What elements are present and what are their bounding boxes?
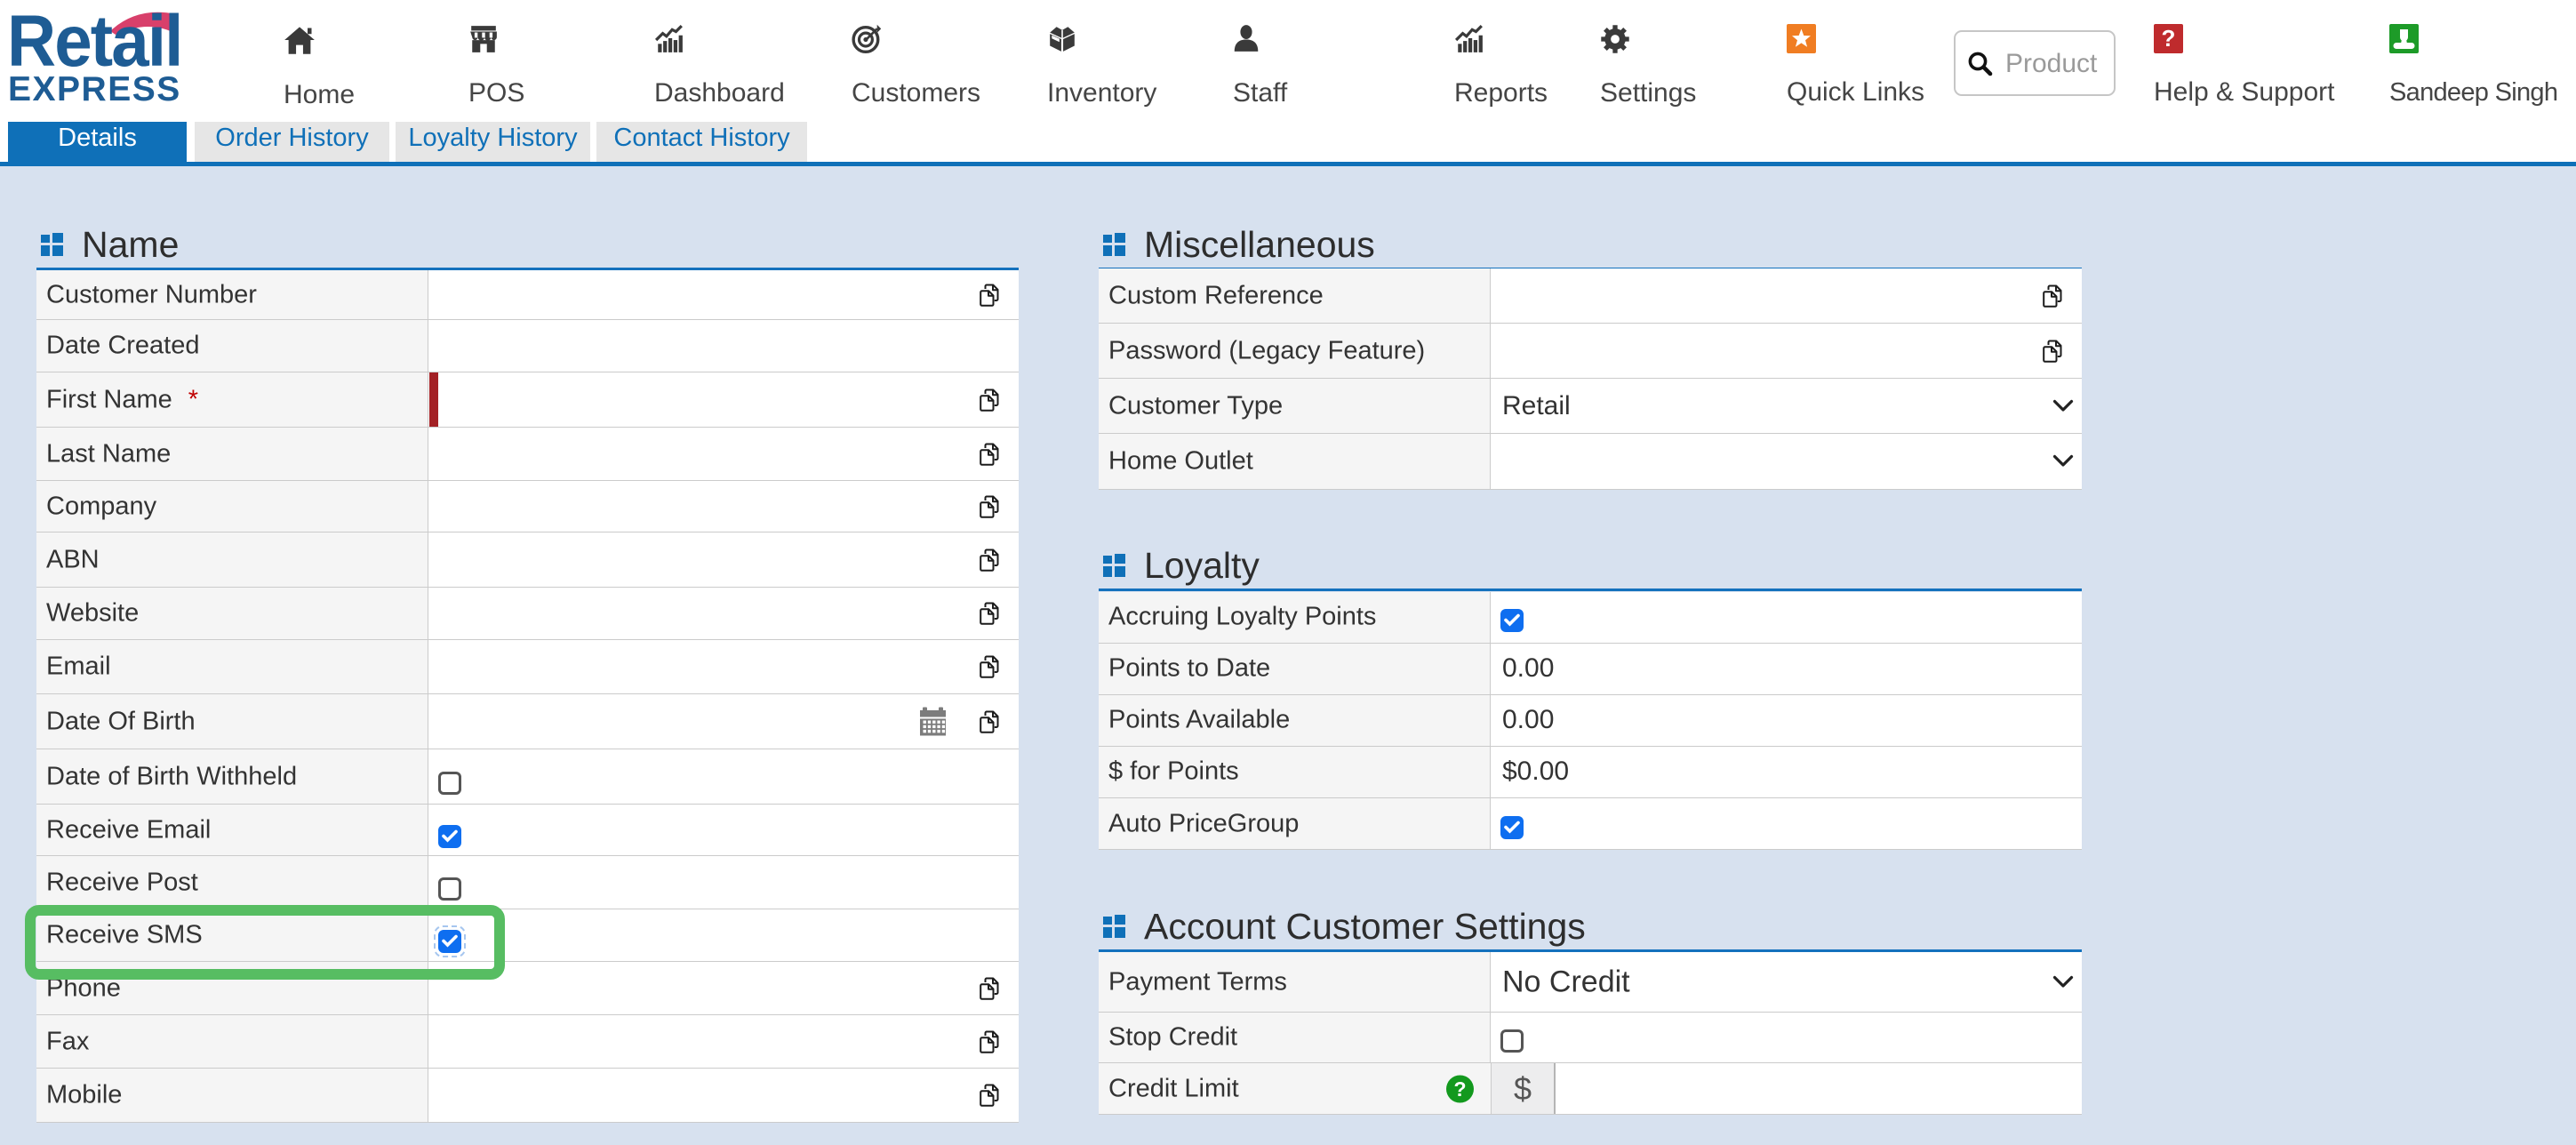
svg-text:?: ? xyxy=(2162,25,2176,52)
svg-text:?: ? xyxy=(1453,1077,1466,1101)
